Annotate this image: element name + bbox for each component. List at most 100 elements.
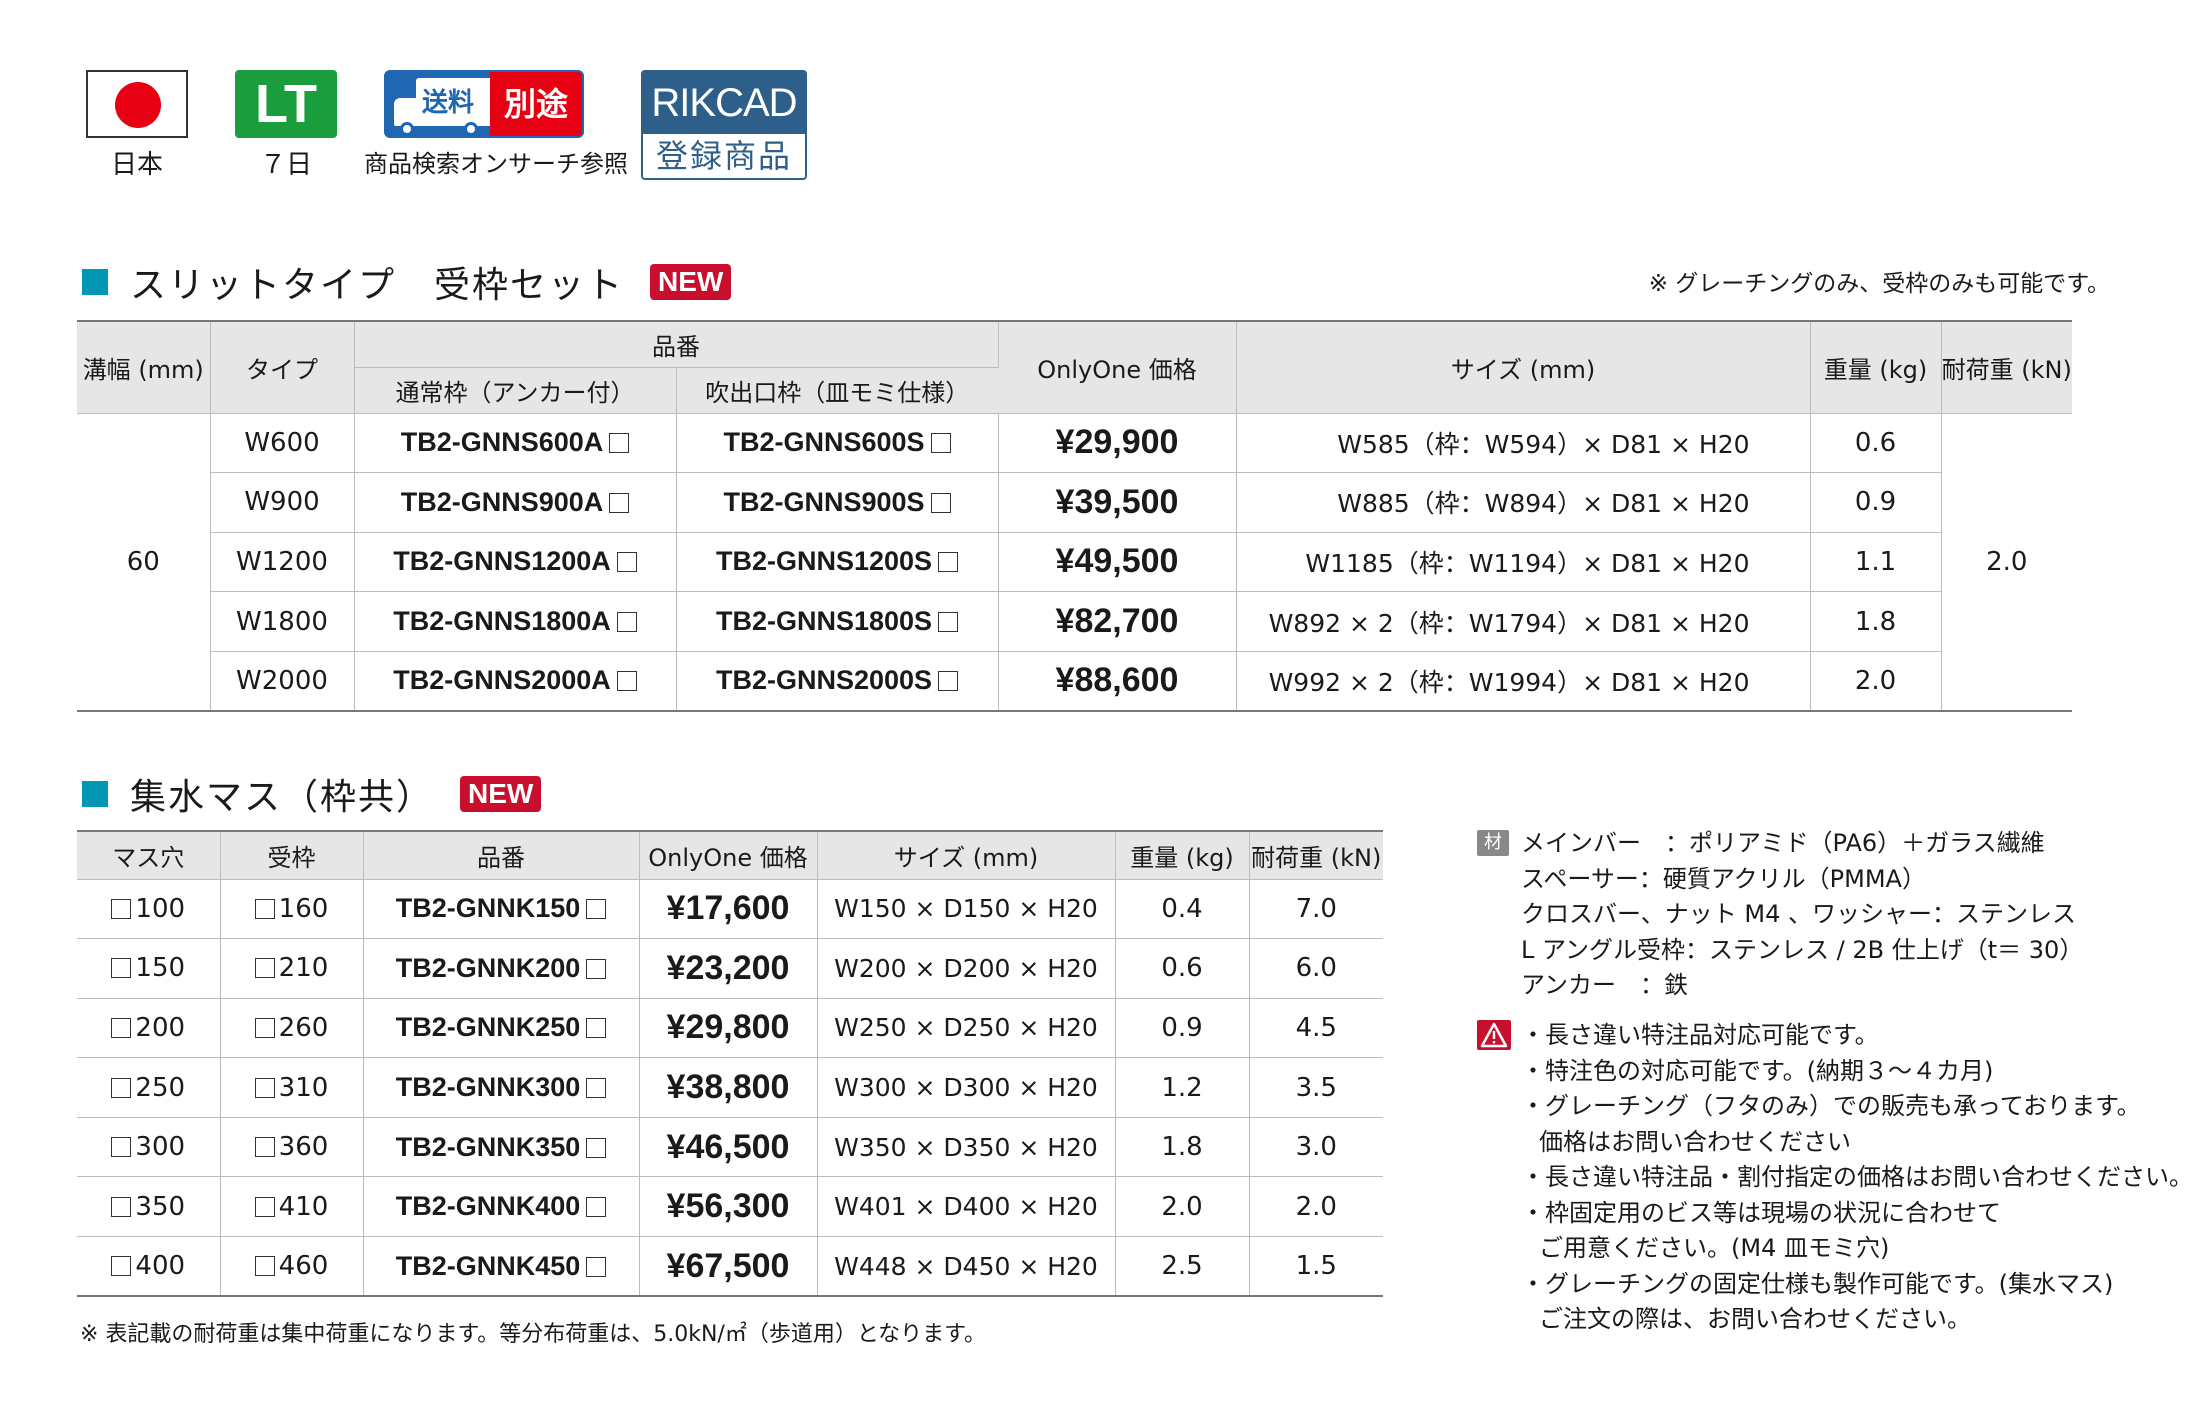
part-cell: TB2-GNNK250 bbox=[363, 998, 640, 1059]
checkbox-icon[interactable] bbox=[586, 958, 607, 979]
square-icon bbox=[111, 898, 132, 919]
section-title-catch-basin: 集水マス（枠共） NEW bbox=[82, 768, 542, 820]
load-cell: 2.0 bbox=[1249, 1176, 1383, 1238]
header-part-normal: 通常枠（アンカー付） bbox=[354, 367, 677, 414]
type-cell: W2000 bbox=[210, 651, 355, 712]
price-cell: ¥39,500 bbox=[998, 472, 1237, 533]
type-cell: W600 bbox=[210, 413, 355, 474]
weight-cell: 2.0 bbox=[1115, 1176, 1250, 1238]
square-icon bbox=[254, 898, 275, 919]
square-icon bbox=[254, 1256, 275, 1277]
caution-line: ・枠固定用のビス等は現場の状況に合わせて bbox=[1521, 1198, 2001, 1227]
materials-block: 材質 メインバー ：ポリアミド（PA6）＋ガラス繊維 スペーサー：硬質アクリル（… bbox=[1477, 826, 2083, 1004]
shipping-fee-text: 送料 bbox=[422, 88, 475, 118]
weight-cell: 0.6 bbox=[1810, 413, 1942, 474]
material-line: クロスバー、ナット M4 、ワッシャー：ステンレス bbox=[1521, 900, 2076, 928]
part-cell: TB2-GNNK300 bbox=[363, 1057, 640, 1118]
size-cell: W250 × D250 × H20 bbox=[817, 998, 1116, 1059]
square-icon bbox=[111, 1137, 132, 1158]
size-cell: W448 × D450 × H20 bbox=[817, 1236, 1116, 1297]
size-cell: W885（枠：W894）× D81 × H20 bbox=[1236, 472, 1811, 533]
frame-cell: 360 bbox=[220, 1117, 364, 1178]
size-cell: W350 × D350 × H20 bbox=[817, 1117, 1116, 1178]
checkbox-icon[interactable] bbox=[930, 433, 951, 454]
type-cell: W1200 bbox=[210, 532, 355, 593]
hole-cell: 250 bbox=[77, 1057, 221, 1118]
checkbox-icon[interactable] bbox=[616, 552, 637, 573]
part-blowout-cell: TB2-GNNS1200S bbox=[676, 532, 999, 593]
material-line: L アングル受枠：ステンレス / 2B 仕上げ（t＝ 30） bbox=[1521, 935, 2084, 964]
checkbox-icon[interactable] bbox=[586, 1137, 607, 1158]
square-icon bbox=[111, 958, 132, 979]
hole-cell: 150 bbox=[77, 938, 221, 999]
caution-line: ご注文の際は、お問い合わせください。 bbox=[1539, 1305, 1971, 1333]
checkbox-icon[interactable] bbox=[609, 492, 630, 513]
price-cell: ¥49,500 bbox=[998, 532, 1237, 593]
header-type: タイプ bbox=[210, 321, 355, 414]
part-normal-cell: TB2-GNNS1200A bbox=[354, 532, 677, 593]
header-size: サイズ (mm) bbox=[1236, 321, 1811, 414]
shipping-separate-text: 別途 bbox=[490, 72, 582, 136]
price-cell: ¥29,900 bbox=[998, 413, 1237, 474]
type-cell: W900 bbox=[210, 472, 355, 533]
warning-icon bbox=[1477, 1020, 1511, 1050]
price-cell: ¥23,200 bbox=[639, 938, 818, 999]
load-cell: 1.5 bbox=[1249, 1236, 1383, 1297]
groove-width-cell: 60 bbox=[77, 413, 211, 712]
square-icon bbox=[254, 1137, 275, 1158]
square-icon bbox=[111, 1017, 132, 1038]
japan-flag-icon bbox=[86, 70, 188, 138]
type-cell: W1800 bbox=[210, 591, 355, 652]
price-cell: ¥38,800 bbox=[639, 1057, 818, 1118]
checkbox-icon[interactable] bbox=[586, 1256, 607, 1277]
table-row: 250 310 TB2-GNNK300 ¥38,800 W300 × D300 … bbox=[77, 1057, 1383, 1118]
section-title-text: スリットタイプ 受枠セット bbox=[130, 265, 625, 306]
rikcad-badge: RIKCAD 登録商品 bbox=[640, 70, 808, 180]
checkbox-icon[interactable] bbox=[930, 492, 951, 513]
frame-cell: 210 bbox=[220, 938, 364, 999]
load-cell: 2.0 bbox=[1941, 413, 2072, 712]
price-cell: ¥67,500 bbox=[639, 1236, 818, 1297]
catch-basin-table: マス穴 受枠 品番 OnlyOne 価格 サイズ (mm) 重量 (kg) 耐荷… bbox=[77, 830, 1383, 1298]
load-cell: 7.0 bbox=[1249, 879, 1383, 940]
checkbox-icon[interactable] bbox=[609, 433, 630, 454]
checkbox-icon[interactable] bbox=[616, 612, 637, 633]
header-part-no: 品番 bbox=[363, 831, 640, 880]
size-cell: W892 × 2（枠：W1794）× D81 × H20 bbox=[1236, 591, 1811, 652]
checkbox-icon[interactable] bbox=[586, 1197, 607, 1218]
weight-cell: 2.5 bbox=[1115, 1236, 1250, 1297]
weight-cell: 1.2 bbox=[1115, 1057, 1250, 1118]
checkbox-icon[interactable] bbox=[586, 1078, 607, 1099]
truck-icon: 送料 別途 bbox=[384, 70, 584, 138]
square-icon bbox=[254, 1017, 275, 1038]
caution-line: ご用意ください。(M4 皿モミ穴) bbox=[1539, 1234, 1890, 1262]
table-row: W1800 TB2-GNNS1800A TB2-GNNS1800S ¥82,70… bbox=[77, 591, 2072, 652]
checkbox-icon[interactable] bbox=[586, 1018, 607, 1039]
header-frame: 受枠 bbox=[220, 831, 364, 880]
part-normal-cell: TB2-GNNS600A bbox=[354, 413, 677, 474]
part-blowout-cell: TB2-GNNS600S bbox=[676, 413, 999, 474]
part-cell: TB2-GNNK350 bbox=[363, 1117, 640, 1178]
header-part-blowout: 吹出口枠（皿モミ仕様） bbox=[676, 367, 998, 414]
material-icon: 材質 bbox=[1477, 830, 1509, 879]
checkbox-icon[interactable] bbox=[938, 552, 959, 573]
part-cell: TB2-GNNK150 bbox=[363, 879, 640, 940]
section-title-text: 集水マス（枠共） bbox=[130, 777, 435, 818]
caution-line: ・グレーチング（フタのみ）での販売も承っております。 bbox=[1521, 1092, 2141, 1120]
size-cell: W992 × 2（枠：W1994）× D81 × H20 bbox=[1236, 651, 1811, 712]
header-price: OnlyOne 価格 bbox=[998, 321, 1237, 414]
lead-time-icon: LT bbox=[235, 70, 337, 138]
checkbox-icon[interactable] bbox=[938, 612, 959, 633]
frame-cell: 260 bbox=[220, 998, 364, 1059]
square-icon bbox=[254, 958, 275, 979]
load-cell: 4.5 bbox=[1249, 998, 1383, 1059]
checkbox-icon[interactable] bbox=[938, 671, 959, 692]
part-cell: TB2-GNNK400 bbox=[363, 1176, 640, 1238]
checkbox-icon[interactable] bbox=[586, 899, 607, 920]
square-icon bbox=[254, 1077, 275, 1098]
frame-cell: 310 bbox=[220, 1057, 364, 1118]
checkbox-icon[interactable] bbox=[616, 671, 637, 692]
square-icon bbox=[111, 1196, 132, 1217]
part-cell: TB2-GNNK200 bbox=[363, 938, 640, 999]
square-icon bbox=[111, 1077, 132, 1098]
